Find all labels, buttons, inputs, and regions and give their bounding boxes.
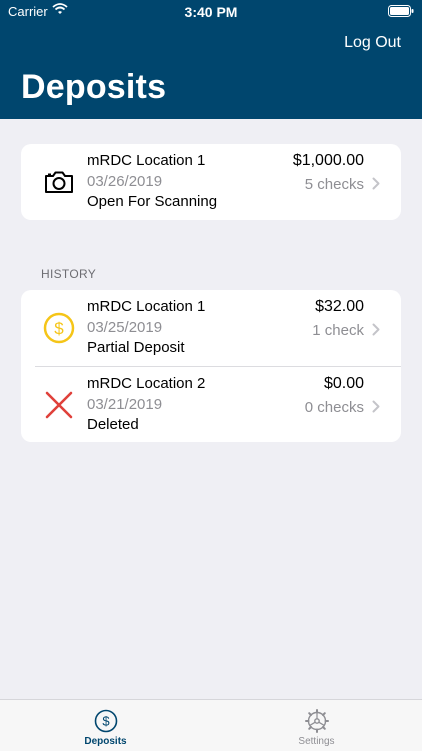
tab-deposits-label: Deposits (84, 736, 127, 747)
camera-icon (43, 166, 75, 198)
logout-button[interactable]: Log Out (344, 34, 401, 52)
history-date: 03/25/2019 (87, 319, 163, 336)
history-check-count: 0 checks (304, 399, 364, 416)
svg-text:$: $ (102, 714, 110, 729)
deposit-amount: $1,000.00 (292, 152, 364, 169)
history-section-label: HISTORY (41, 267, 97, 281)
history-status: Deleted (87, 416, 139, 433)
chevron-right-icon (372, 177, 380, 195)
history-date: 03/21/2019 (87, 396, 163, 413)
deposit-date: 03/26/2019 (87, 173, 163, 190)
tab-settings[interactable]: Settings (211, 700, 422, 751)
history-card: $ mRDC Location 1 03/25/2019 Partial Dep… (21, 290, 401, 442)
history-amount: $32.00 (315, 298, 364, 315)
deposit-status: Open For Scanning (87, 193, 218, 210)
history-location: mRDC Location 2 (87, 375, 206, 392)
chevron-right-icon (372, 323, 380, 341)
dollar-circle-icon: $ (94, 709, 118, 733)
status-bar: Carrier 3:40 PM (0, 0, 422, 24)
tab-deposits[interactable]: $ Deposits (0, 700, 211, 751)
header: Carrier 3:40 PM Log Out Deposits (0, 0, 422, 119)
chevron-right-icon (372, 400, 380, 418)
page-title: Deposits (21, 68, 167, 106)
history-location: mRDC Location 1 (87, 298, 206, 315)
history-check-count: 1 check (312, 322, 364, 339)
history-amount: $0.00 (323, 375, 364, 392)
tab-bar: $ Deposits Settings (0, 699, 422, 751)
history-status: Partial Deposit (87, 339, 185, 356)
status-time: 3:40 PM (184, 4, 238, 20)
tab-settings-label: Settings (298, 736, 335, 747)
deposit-location: mRDC Location 1 (87, 152, 206, 169)
svg-text:$: $ (54, 319, 64, 338)
gear-icon (305, 709, 329, 733)
x-icon (43, 389, 75, 421)
deposit-check-count: 5 checks (304, 176, 364, 193)
dollar-coin-icon: $ (43, 312, 75, 344)
history-row[interactable]: mRDC Location 2 03/21/2019 Deleted $0.00… (21, 367, 401, 443)
current-deposit-row[interactable]: mRDC Location 1 03/26/2019 Open For Scan… (21, 144, 401, 220)
battery-icon (388, 5, 414, 20)
history-row[interactable]: $ mRDC Location 1 03/25/2019 Partial Dep… (21, 290, 401, 366)
current-deposit-card: mRDC Location 1 03/26/2019 Open For Scan… (21, 144, 401, 220)
